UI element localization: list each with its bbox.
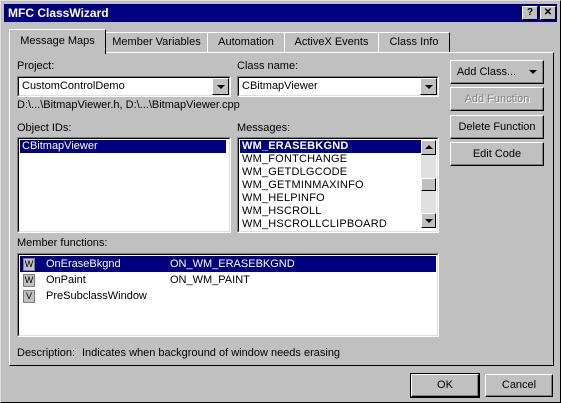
- classwizard-dialog: MFC ClassWizard ? ✕ Message Maps Member …: [0, 0, 561, 403]
- description-label: Description:: [17, 347, 76, 359]
- function-handler: ON_WM_ERASEBKGND: [170, 258, 295, 270]
- tab-label: Message Maps: [20, 35, 95, 47]
- delete-function-label: Delete Function: [458, 121, 536, 133]
- object-ids-list[interactable]: CBitmapViewer: [17, 137, 231, 233]
- edit-code-button[interactable]: Edit Code: [450, 142, 544, 166]
- scroll-down-button[interactable]: [421, 213, 436, 228]
- message-item[interactable]: WM_FONTCHANGE: [240, 153, 347, 166]
- message-item[interactable]: WM_ERASEBKGND: [240, 140, 422, 153]
- scroll-up-button[interactable]: [421, 140, 436, 155]
- title-bar[interactable]: MFC ClassWizard ? ✕: [4, 4, 557, 22]
- message-item[interactable]: WM_HELPINFO: [240, 192, 325, 205]
- class-name-dropdown-button[interactable]: [420, 78, 437, 95]
- delete-function-button[interactable]: Delete Function: [450, 115, 544, 139]
- close-icon: ✕: [543, 7, 553, 18]
- project-dropdown-button[interactable]: [212, 78, 229, 95]
- cancel-label: Cancel: [501, 379, 537, 391]
- class-name-value: CBitmapViewer: [242, 80, 318, 92]
- messages-list[interactable]: WM_ERASEBKGND WM_FONTCHANGE WM_GETDLGCOD…: [237, 137, 439, 233]
- dropdown-arrow-icon: [529, 70, 538, 75]
- window-title: MFC ClassWizard: [8, 6, 109, 20]
- message-item[interactable]: WM_GETMINMAXINFO: [240, 179, 364, 192]
- help-icon: ?: [526, 7, 534, 18]
- help-button[interactable]: ?: [522, 6, 538, 20]
- messages-scrollbar[interactable]: [421, 140, 436, 228]
- class-name-label: Class name:: [237, 60, 299, 72]
- tab-label: Member Variables: [112, 36, 201, 48]
- windows-message-icon: W: [23, 274, 35, 287]
- member-function-row[interactable]: V PreSubclassWindow: [20, 288, 436, 304]
- object-id-item[interactable]: CBitmapViewer: [20, 140, 226, 153]
- member-functions-label: Member functions:: [17, 237, 108, 249]
- add-function-label: Add Function: [464, 93, 530, 105]
- tab-label: ActiveX Events: [294, 36, 369, 48]
- function-name: OnPaint: [46, 274, 86, 286]
- close-button[interactable]: ✕: [540, 6, 556, 20]
- windows-message-icon: W: [23, 258, 35, 271]
- add-class-label: Add Class...: [456, 66, 517, 78]
- scroll-thumb[interactable]: [421, 178, 436, 191]
- virtual-function-icon: V: [23, 290, 35, 303]
- project-combobox[interactable]: CustomControlDemo: [17, 76, 231, 97]
- project-value: CustomControlDemo: [22, 80, 125, 92]
- message-item[interactable]: WM_HSCROLLCLIPBOARD: [240, 218, 387, 231]
- description-text: Indicates when background of window need…: [82, 347, 341, 359]
- chevron-down-icon: [425, 85, 433, 89]
- chevron-down-icon: [217, 85, 225, 89]
- add-function-button[interactable]: Add Function: [450, 87, 544, 111]
- member-function-row[interactable]: W OnEraseBkgnd ON_WM_ERASEBKGND: [20, 256, 436, 272]
- tab-message-maps[interactable]: Message Maps: [9, 29, 106, 54]
- add-class-button[interactable]: Add Class...: [450, 60, 544, 84]
- function-name: OnEraseBkgnd: [46, 258, 121, 270]
- arrow-down-icon: [425, 219, 433, 223]
- project-label: Project:: [17, 60, 55, 72]
- class-name-combobox[interactable]: CBitmapViewer: [237, 76, 439, 97]
- tab-activex-events[interactable]: ActiveX Events: [284, 32, 379, 52]
- object-ids-label: Object IDs:: [17, 122, 72, 134]
- function-name: PreSubclassWindow: [46, 290, 147, 302]
- message-item[interactable]: WM_GETDLGCODE: [240, 166, 347, 179]
- tab-label: Automation: [218, 36, 274, 48]
- message-item[interactable]: WM_HSCROLL: [240, 205, 322, 218]
- member-function-row[interactable]: W OnPaint ON_WM_PAINT: [20, 272, 436, 288]
- file-paths: D:\...\BitmapViewer.h, D:\...\BitmapView…: [17, 99, 240, 111]
- tab-member-variables[interactable]: Member Variables: [105, 32, 208, 52]
- ok-button[interactable]: OK: [410, 373, 480, 398]
- tab-class-info[interactable]: Class Info: [378, 32, 450, 52]
- tab-label: Class Info: [389, 36, 439, 48]
- messages-label: Messages:: [237, 122, 291, 134]
- edit-code-label: Edit Code: [472, 148, 522, 160]
- arrow-up-icon: [425, 145, 433, 149]
- member-functions-list[interactable]: W OnEraseBkgnd ON_WM_ERASEBKGND W OnPain…: [17, 253, 439, 337]
- ok-label: OK: [437, 379, 453, 391]
- tab-automation[interactable]: Automation: [207, 32, 285, 52]
- cancel-button[interactable]: Cancel: [485, 374, 553, 397]
- function-handler: ON_WM_PAINT: [170, 274, 250, 286]
